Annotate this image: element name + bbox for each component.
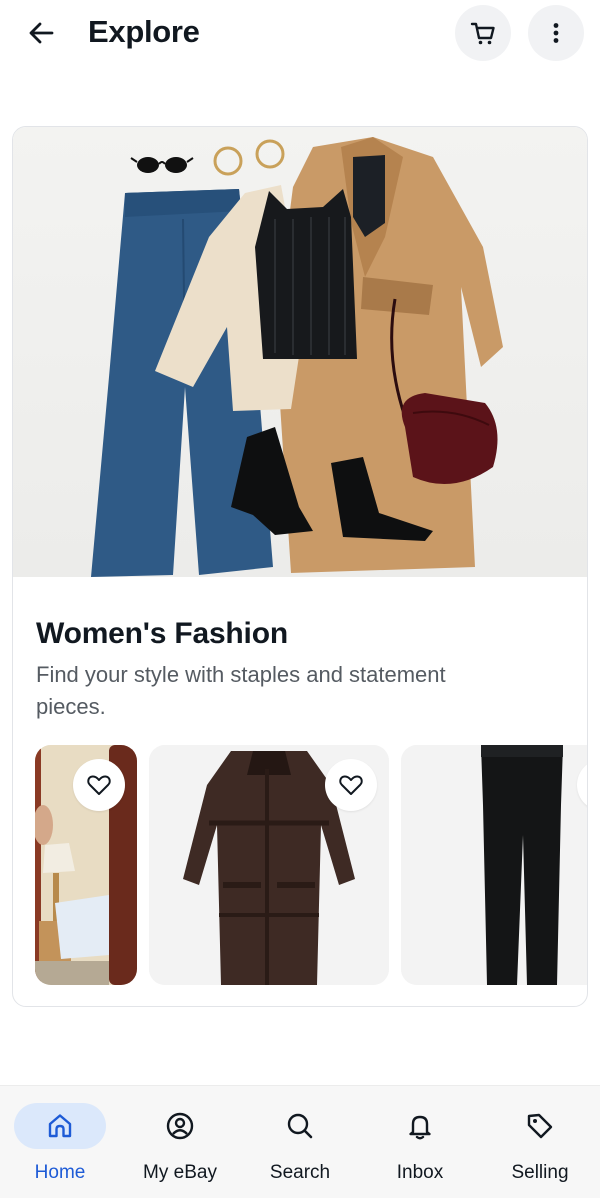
nav-search[interactable]: Search [240, 1086, 360, 1198]
nav-search-label: Search [269, 1162, 331, 1183]
arrow-left-icon [29, 22, 54, 44]
tag-icon [527, 1113, 553, 1139]
product-tile[interactable] [149, 745, 389, 985]
bell-icon [409, 1115, 431, 1140]
nav-selling-label: Selling [511, 1162, 569, 1183]
favorite-button[interactable] [73, 759, 125, 811]
nav-selling[interactable]: Selling [480, 1086, 600, 1198]
nav-selling-pill [494, 1103, 586, 1149]
nav-inbox-pill [374, 1103, 466, 1149]
back-button[interactable] [20, 12, 62, 54]
product-tile[interactable] [35, 745, 137, 985]
heart-outline-icon [87, 775, 111, 795]
card-title: Women's Fashion [36, 617, 288, 650]
nav-my-ebay[interactable]: My eBay [120, 1086, 240, 1198]
favorite-button[interactable] [325, 759, 377, 811]
black-jeans-photo [401, 745, 587, 985]
nav-home-label: Home [34, 1162, 86, 1183]
sunglasses-illustration [130, 157, 194, 173]
product-carousel[interactable] [35, 745, 587, 985]
account-icon [166, 1112, 194, 1140]
top-app-bar: Explore [0, 0, 600, 66]
nav-search-pill [254, 1103, 346, 1149]
home-icon [48, 1114, 72, 1138]
card-subtitle: Find your style with staples and stateme… [36, 662, 446, 719]
nav-inbox-label: Inbox [396, 1162, 444, 1183]
women-fashion-flatlay-image [13, 127, 587, 577]
nav-my-ebay-label: My eBay [143, 1162, 217, 1183]
more-options-button[interactable] [528, 5, 584, 61]
nav-inbox[interactable]: Inbox [360, 1086, 480, 1198]
cart-button[interactable] [455, 5, 511, 61]
page-title: Explore [88, 14, 200, 49]
nav-my-ebay-pill [134, 1103, 226, 1149]
category-card[interactable]: Women's Fashion Find your style with sta… [12, 126, 588, 1007]
bottom-navigation: Home My eBay Search Inbox Selling [0, 1085, 600, 1198]
nav-home-pill [14, 1103, 106, 1149]
more-vertical-icon [553, 23, 559, 43]
heart-outline-icon [339, 775, 363, 795]
nav-home[interactable]: Home [0, 1086, 120, 1198]
cart-icon [470, 22, 495, 45]
product-tile[interactable] [401, 745, 587, 985]
search-icon [287, 1113, 313, 1139]
